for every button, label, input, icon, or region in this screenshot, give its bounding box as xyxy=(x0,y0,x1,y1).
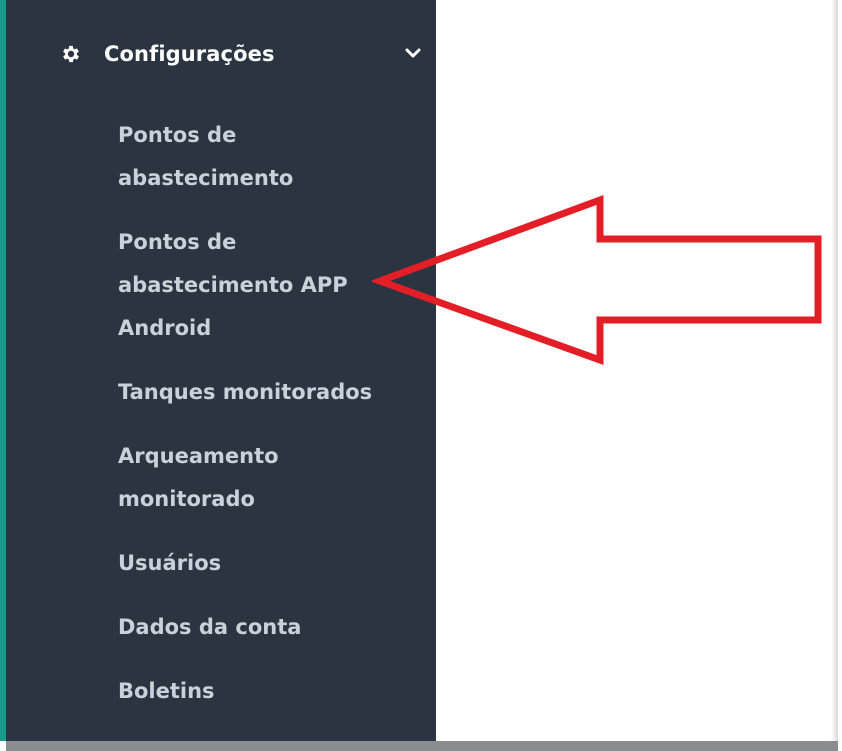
gear-icon xyxy=(63,45,79,63)
sidebar: Configurações Pontos de abastecimento Po… xyxy=(0,0,436,741)
menu-item-dados-da-conta[interactable]: Dados da conta xyxy=(118,606,418,649)
menu-item-pontos-abastecimento[interactable]: Pontos de abastecimento xyxy=(118,114,418,200)
menu-item-tanques-monitorados[interactable]: Tanques monitorados xyxy=(118,371,418,414)
bottom-edge-bar xyxy=(6,741,838,751)
menu-item-label: Tanques monitorados xyxy=(118,380,373,404)
chevron-down-icon[interactable] xyxy=(404,44,422,62)
menu-item-usuarios[interactable]: Usuários xyxy=(118,542,418,585)
menu-item-label: Pontos de abastecimento xyxy=(118,123,294,190)
section-configuracoes-toggle[interactable]: Configurações xyxy=(60,34,422,74)
menu-item-label: Pontos de abastecimento APP Android xyxy=(118,230,348,340)
red-arrow-annotation xyxy=(372,194,822,365)
menu-item-label: Boletins xyxy=(118,679,215,703)
menu-item-boletins[interactable]: Boletins xyxy=(118,670,418,713)
menu-item-label: Usuários xyxy=(118,551,222,575)
menu-item-arqueamento-monitorado[interactable]: Arqueamento monitorado xyxy=(118,435,418,521)
menu-item-label: Arqueamento monitorado xyxy=(118,444,279,511)
page-edge-shadow xyxy=(831,0,838,741)
section-label: Configurações xyxy=(104,42,275,66)
menu-item-label: Dados da conta xyxy=(118,615,302,639)
